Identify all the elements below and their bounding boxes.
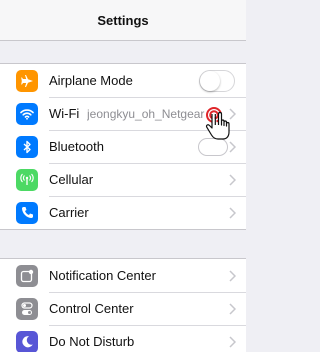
airplane-mode-toggle[interactable] [199, 69, 235, 92]
settings-row-label: Wi-Fi [49, 106, 80, 121]
phone-icon [16, 201, 38, 224]
notification-center-icon [16, 264, 38, 287]
settings-row-label: Control Center [49, 301, 134, 316]
bluetooth-icon [16, 135, 38, 158]
chevron-right-icon [229, 206, 236, 219]
airplane-icon [16, 69, 38, 92]
settings-row-notification-center[interactable]: Notification Center [0, 259, 246, 292]
wifi-icon [16, 102, 38, 125]
hand-pointer-icon [205, 107, 230, 140]
settings-row-label: Carrier [49, 205, 89, 220]
moon-icon [16, 330, 38, 352]
settings-row-label: Cellular [49, 172, 94, 187]
chevron-right-icon [229, 335, 236, 348]
settings-row-label: Do Not Disturb [49, 334, 135, 349]
toggle-knob [200, 70, 220, 91]
settings-row-airplane-mode[interactable]: Airplane Mode [0, 64, 246, 97]
chevron-right-icon [229, 173, 236, 186]
settings-group-system: Notification Center Control Center Do No… [0, 258, 246, 352]
navigation-bar: Settings [0, 0, 246, 41]
settings-row-do-not-disturb[interactable]: Do Not Disturb [0, 325, 246, 352]
control-center-icon [16, 297, 38, 320]
chevron-right-icon [229, 269, 236, 282]
page-title: Settings [97, 12, 149, 28]
settings-row-label: Notification Center [49, 268, 156, 283]
settings-row-label: Bluetooth [49, 139, 104, 154]
chevron-right-icon [229, 302, 236, 315]
settings-row-label: Airplane Mode [49, 73, 133, 88]
cellular-icon [16, 168, 38, 191]
settings-row-carrier[interactable]: Carrier [0, 196, 246, 229]
settings-row-control-center[interactable]: Control Center [0, 292, 246, 325]
settings-row-cellular[interactable]: Cellular [0, 163, 246, 196]
settings-group-connectivity: Airplane Mode Wi-Fi jeongkyu_oh_Netgear … [0, 63, 246, 230]
